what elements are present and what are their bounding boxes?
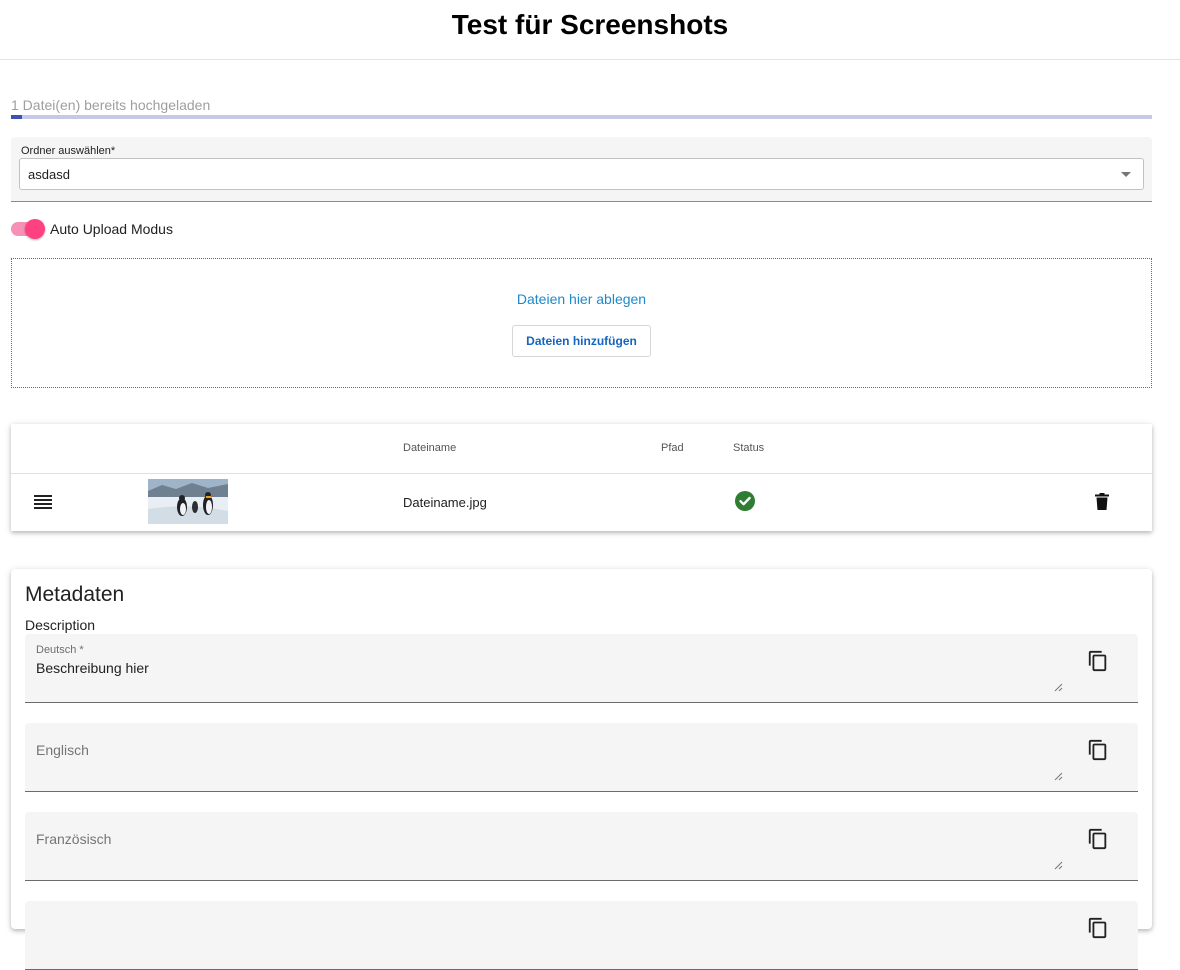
page-title: Test für Screenshots [451, 8, 729, 40]
resize-handle-icon[interactable] [1054, 772, 1063, 781]
upload-status-text: 1 Datei(en) bereits hochgeladen [11, 97, 211, 113]
upload-progress-fill [11, 115, 23, 119]
description-field-englisch[interactable]: Englisch [25, 723, 1138, 792]
auto-upload-label[interactable]: Auto Upload Modus [50, 221, 173, 237]
check-circle-icon [735, 491, 755, 511]
folder-select-field[interactable]: Ordner auswählen* asdasd [11, 137, 1152, 202]
field-placeholder: Englisch [36, 742, 89, 758]
folder-select-label: Ordner auswählen* [21, 145, 116, 157]
copy-icon[interactable] [1087, 739, 1109, 761]
copy-icon[interactable] [1087, 650, 1109, 672]
toggle-thumb[interactable] [25, 219, 45, 239]
description-field-deutsch[interactable]: Deutsch * Beschreibung hier [25, 634, 1138, 703]
description-field-franzoesisch[interactable]: Französisch [25, 812, 1138, 881]
field-placeholder: Französisch [36, 831, 112, 847]
description-field-next[interactable] [25, 901, 1138, 970]
column-header-status: Status [733, 442, 765, 454]
file-table: Dateiname Pfad Status Dateiname.jpg [11, 424, 1152, 531]
resize-handle-icon[interactable] [1054, 683, 1063, 692]
resize-handle-icon[interactable] [1054, 861, 1063, 870]
dropdown-arrow-icon[interactable] [1121, 172, 1131, 177]
upload-progress-bar [11, 115, 1152, 119]
description-section-label: Description [25, 617, 96, 633]
auto-upload-toggle[interactable] [11, 219, 45, 239]
page-header: Test für Screenshots [0, 0, 1180, 60]
dropzone-text: Dateien hier ablegen [516, 291, 647, 307]
delete-icon[interactable] [1095, 493, 1109, 510]
column-header-path: Pfad [661, 442, 684, 454]
drag-handle-icon[interactable] [34, 495, 52, 509]
file-thumbnail [148, 479, 228, 524]
file-name: Dateiname.jpg [403, 495, 487, 510]
table-divider [11, 473, 1152, 474]
folder-select[interactable]: asdasd [19, 158, 1144, 190]
field-value[interactable]: Beschreibung hier [36, 660, 149, 676]
file-dropzone[interactable]: Dateien hier ablegen Dateien hinzufügen [11, 258, 1152, 388]
field-label: Deutsch * [36, 644, 84, 656]
copy-icon[interactable] [1087, 828, 1109, 850]
metadata-title: Metadaten [25, 583, 125, 606]
copy-icon[interactable] [1087, 917, 1109, 939]
folder-select-value: asdasd [28, 167, 70, 182]
add-files-button[interactable]: Dateien hinzufügen [512, 325, 651, 357]
metadata-card: Metadaten Description Deutsch * Beschrei… [11, 569, 1152, 970]
column-header-filename: Dateiname [403, 442, 457, 454]
